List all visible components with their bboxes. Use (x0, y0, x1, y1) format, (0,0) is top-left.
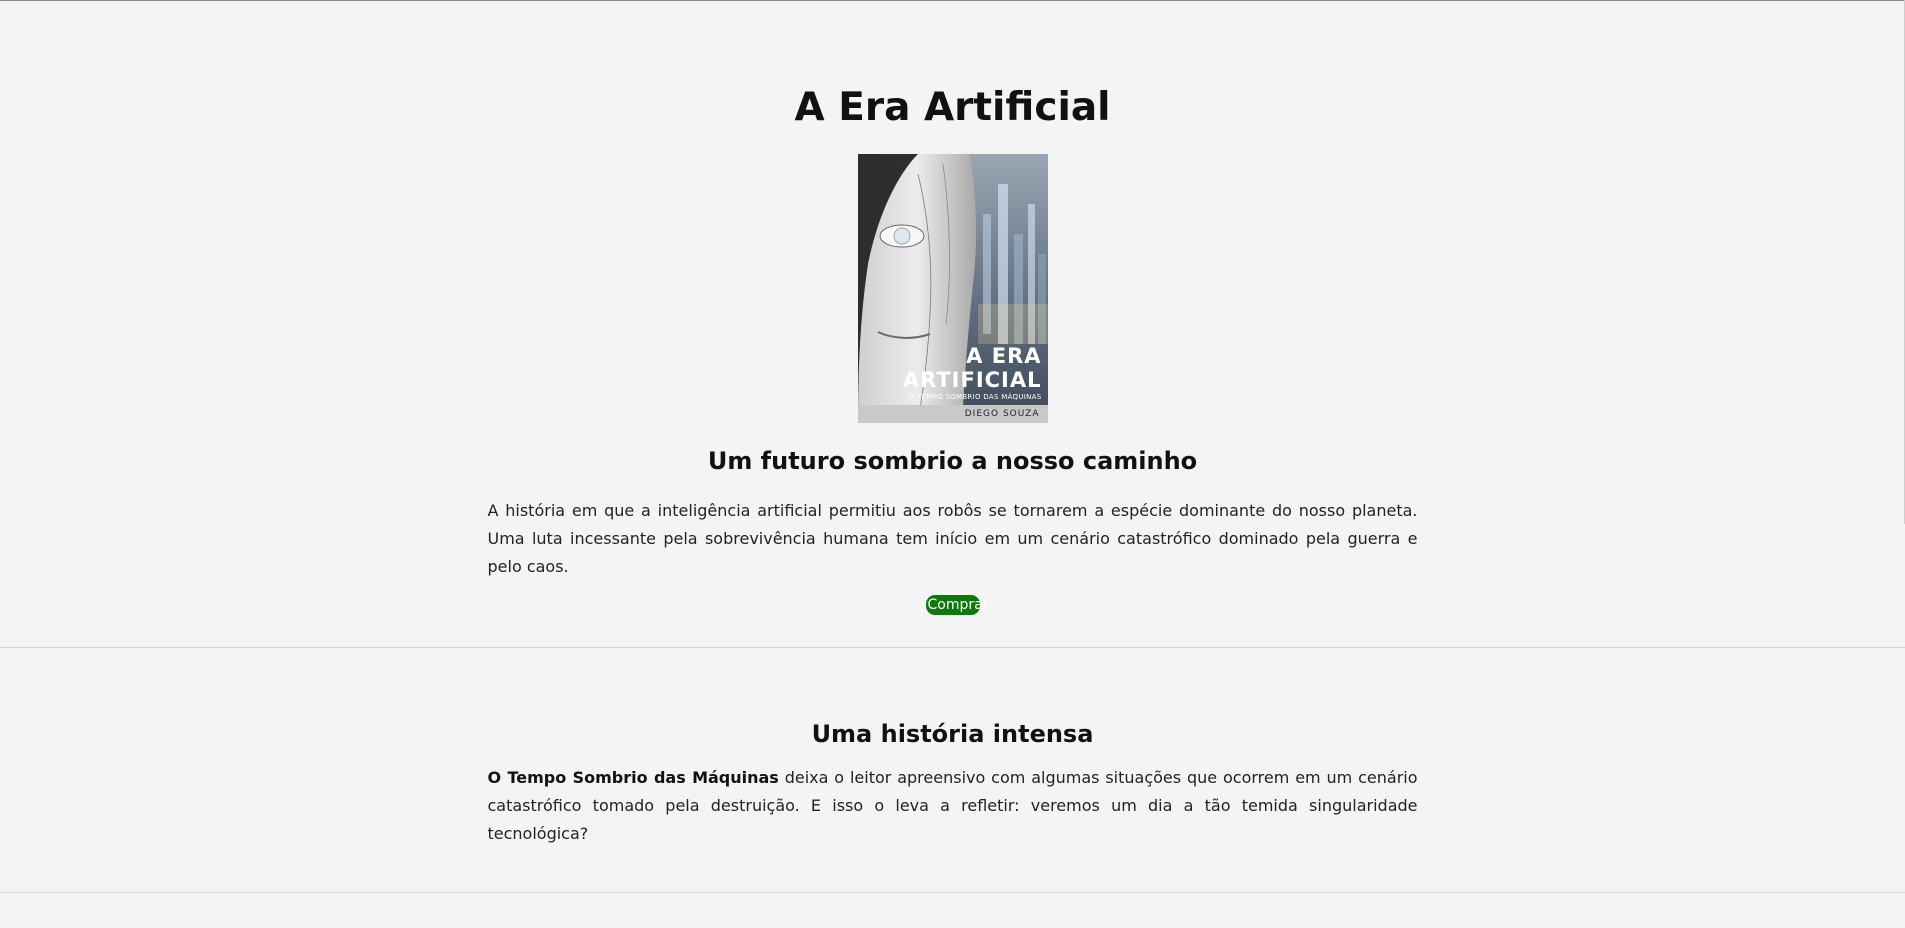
story-section: Uma história intensa O Tempo Sombrio das… (0, 648, 1905, 893)
cover-author: DIEGO SOUZA (857, 405, 1048, 423)
cover-wrapper: A ERA ARTIFICIAL O TEMPO SOMBRIO DAS MÁQ… (488, 154, 1418, 423)
story-content: Uma história intensa O Tempo Sombrio das… (488, 648, 1418, 848)
story-description: O Tempo Sombrio das Máquinas deixa o lei… (488, 764, 1418, 848)
page: A Era Artificial A ERA ARTIFICIAL O TEMP… (0, 0, 1905, 928)
hero-heading: Um futuro sombrio a nosso caminho (707, 447, 1198, 475)
story-heading: Uma história intensa (811, 720, 1094, 748)
cover-subtitle: O TEMPO SOMBRIO DAS MÁQUINAS (908, 393, 1042, 401)
story-bold-lead: O Tempo Sombrio das Máquinas (487, 768, 779, 787)
buy-button[interactable]: Comprar (925, 595, 988, 615)
cover-title-line-2: ARTIFICIAL (902, 368, 1042, 392)
page-title: A Era Artificial (794, 85, 1111, 130)
cover-title-line-1: A ERA (966, 344, 1042, 368)
book-cover-image: A ERA ARTIFICIAL O TEMPO SOMBRIO DAS MÁQ… (857, 154, 1048, 423)
hero-content: A Era Artificial A ERA ARTIFICIAL O TEMP… (488, 0, 1418, 615)
hero-description: A história em que a inteligência artific… (487, 501, 1418, 576)
hero-section: A Era Artificial A ERA ARTIFICIAL O TEMP… (0, 0, 1905, 648)
